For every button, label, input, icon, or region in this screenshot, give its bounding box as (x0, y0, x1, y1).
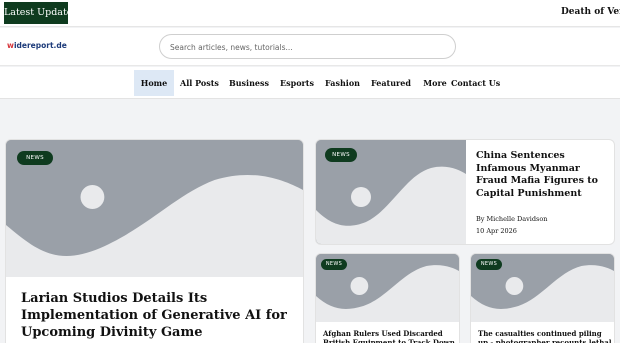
article-author[interactable]: By Michelle Davidson (476, 215, 547, 223)
nav-item-esports[interactable]: Esports (279, 70, 315, 96)
nav-item-featured[interactable]: Featured (371, 70, 411, 96)
search-box[interactable] (159, 34, 456, 59)
category-badge[interactable]: NEWS (321, 259, 347, 270)
article-title[interactable]: Afghan Rulers Used Discarded British Equ… (323, 329, 458, 343)
site-header: widereport.de (0, 28, 620, 66)
logo-accent: w (7, 41, 14, 50)
search-input[interactable] (170, 36, 450, 59)
ticker-headline[interactable]: Death of Venezuela's (561, 7, 620, 17)
nav-item-all-posts[interactable]: All Posts (180, 70, 219, 96)
ticker-label: Latest Update (4, 2, 72, 24)
nav-item-more[interactable]: More (421, 70, 449, 96)
nav-item-home[interactable]: Home (134, 70, 174, 96)
logo-text: idereport.de (13, 41, 67, 50)
article-title[interactable]: China Sentences Infamous Myanmar Fraud M… (476, 150, 606, 200)
featured-article-card[interactable]: NEWS Larian Studios Details Its Implemen… (5, 139, 304, 343)
small-article-card[interactable]: NEWS Afghan Rulers Used Discarded Britis… (315, 253, 460, 343)
side-article-card[interactable]: NEWS China Sentences Infamous Myanmar Fr… (315, 139, 615, 245)
ticker-bar: Latest Update Death of Venezuela's (0, 0, 620, 27)
small-article-card[interactable]: NEWS The casualties continued piling up … (470, 253, 615, 343)
main-nav: Home All Posts Business Esports Fashion … (0, 67, 620, 99)
article-title[interactable]: Larian Studios Details Its Implementatio… (21, 290, 293, 341)
nav-item-contact-us[interactable]: Contact Us (451, 70, 500, 96)
nav-item-fashion[interactable]: Fashion (325, 70, 360, 96)
nav-item-business[interactable]: Business (228, 70, 270, 96)
category-badge[interactable]: NEWS (17, 151, 53, 165)
site-logo[interactable]: widereport.de (7, 41, 67, 50)
category-badge[interactable]: NEWS (325, 148, 357, 162)
article-date: 10 Apr 2026 (476, 227, 517, 235)
category-badge[interactable]: NEWS (476, 259, 502, 270)
article-title[interactable]: The casualties continued piling up - pho… (478, 329, 613, 343)
